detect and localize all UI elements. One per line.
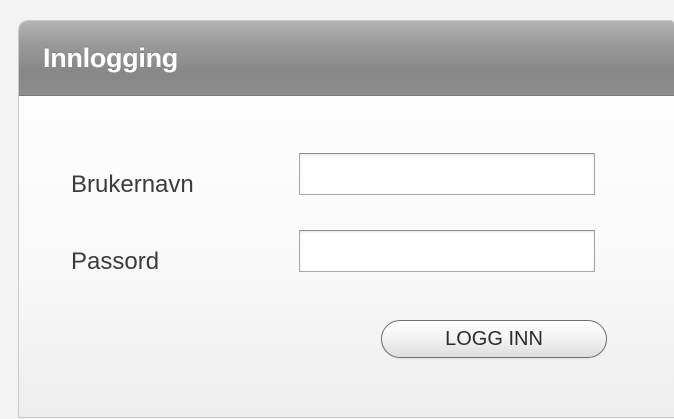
login-button[interactable]: LOGG INN (381, 320, 607, 358)
username-input[interactable] (299, 153, 595, 195)
login-panel: Innlogging Brukernavn Passord LOGG INN (18, 20, 674, 418)
panel-title: Innlogging (43, 43, 178, 73)
password-label: Passord (71, 248, 160, 275)
username-label: Brukernavn (71, 171, 194, 198)
password-input[interactable] (299, 230, 595, 272)
panel-header: Innlogging (19, 21, 674, 96)
